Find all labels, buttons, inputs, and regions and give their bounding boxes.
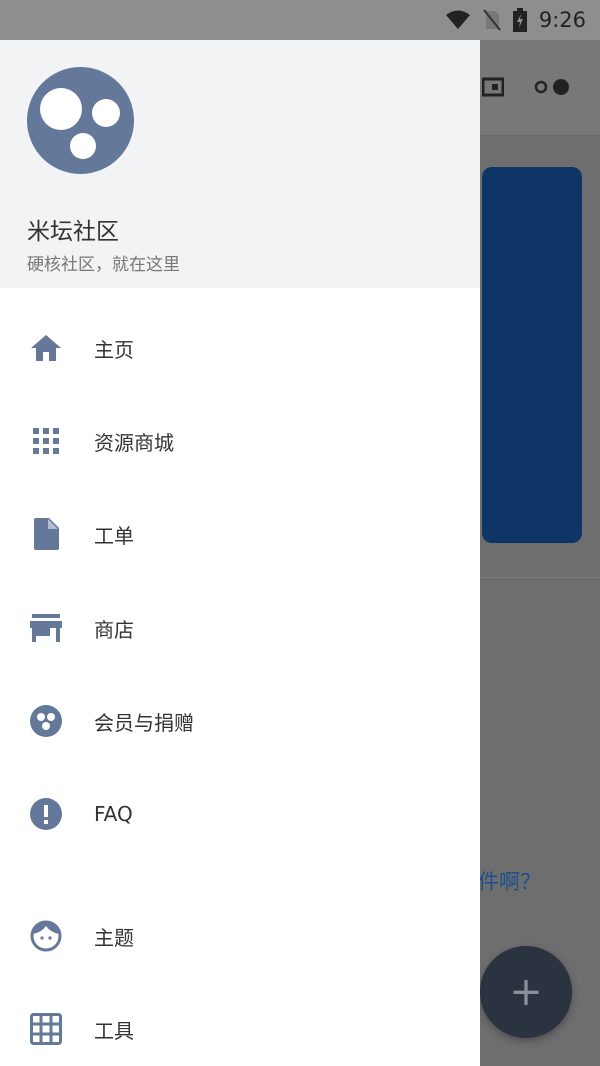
nav-item-tickets[interactable]: 工单	[0, 504, 480, 564]
home-icon	[30, 332, 62, 364]
wallet-icon	[482, 77, 504, 97]
no-sim-icon	[483, 9, 501, 31]
nav-label: 工具	[94, 1018, 134, 1043]
nav-label: 资源商城	[94, 430, 174, 455]
status-bar: 9:26	[0, 0, 600, 40]
nav-item-shop[interactable]: 商店	[0, 598, 480, 658]
nav-label: 商店	[94, 617, 134, 642]
navigation-drawer: 米坛社区 硬核社区，就在这里 主页 资源商城 工单 商店 会员与捐赠 FAQ 主…	[0, 40, 480, 1066]
nav-label: 工单	[94, 523, 134, 548]
nav-item-theme[interactable]: 主题	[0, 906, 480, 966]
toggle-icon	[534, 79, 569, 95]
nav-label: 会员与捐赠	[94, 710, 194, 735]
background-banner	[482, 167, 582, 543]
nav-item-faq[interactable]: FAQ	[0, 784, 480, 844]
membership-icon	[30, 705, 62, 737]
nav-item-home[interactable]: 主页	[0, 318, 480, 378]
nav-label: 主页	[94, 337, 134, 362]
nav-item-tools[interactable]: 工具	[0, 999, 480, 1059]
store-icon	[30, 612, 62, 644]
community-title: 米坛社区	[27, 219, 119, 245]
drawer-header: 米坛社区 硬核社区，就在这里	[0, 40, 480, 288]
alert-circle-icon	[30, 798, 62, 830]
apps-grid-icon	[30, 425, 62, 457]
community-subtitle: 硬核社区，就在这里	[27, 255, 180, 275]
wifi-icon	[445, 10, 470, 29]
grid-icon	[30, 1013, 62, 1045]
nav-item-membership[interactable]: 会员与捐赠	[0, 691, 480, 751]
nav-label: FAQ	[94, 802, 133, 826]
app-logo	[27, 67, 134, 174]
background-divider	[480, 577, 600, 578]
nav-label: 主题	[94, 925, 134, 950]
background-post-title: 件啊？	[478, 870, 541, 894]
add-fab-button[interactable]: +	[480, 946, 572, 1038]
battery-charging-icon	[512, 8, 527, 32]
status-time: 9:26	[538, 8, 586, 32]
nav-item-resource-store[interactable]: 资源商城	[0, 411, 480, 471]
file-icon	[30, 518, 62, 550]
face-icon	[30, 920, 62, 952]
